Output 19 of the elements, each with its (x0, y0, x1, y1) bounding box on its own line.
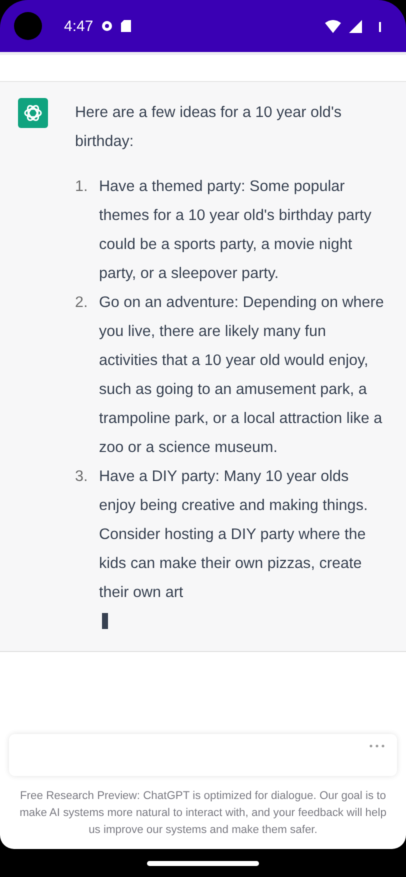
list-number: 1. (75, 177, 89, 197)
list-item-text: Go on an adventure: Depending on where you live, there are likely many fun activities that a 10 year old would enjoy, such as going to an amusement park, a trampoline park, or a local attraction like a zoo or a science museum. (99, 293, 385, 458)
message-input-field[interactable] (9, 734, 397, 776)
camera-cutout-icon (14, 12, 42, 40)
battery-icon (378, 20, 382, 32)
sd-card-icon (121, 20, 132, 32)
list-item-text: Have a DIY party: Many 10 year olds enjoy being creative and making things. Consider hosting a DIY party where the kids can make their own pizzas, create their own art (99, 467, 369, 603)
list-number: 2. (75, 293, 89, 313)
home-handle[interactable] (147, 860, 259, 866)
wifi-icon (325, 20, 341, 32)
loading-dots-icon (369, 744, 385, 748)
message-intro: Here are a few ideas for a 10 year old's birthday: (75, 103, 343, 152)
list-item-text: Have a themed party: Some popular themes for a 10 year old's birthday party could be a sports party, a movie night party, or a sleepover party. (99, 177, 372, 284)
disclaimer-text: Free Research Preview: ChatGPT is optimized for dialogue. Our goal is to make AI systems more natural to interact with, and your feedback will help us improve our systems and make them safer. (18, 789, 388, 838)
notification-icon (101, 20, 114, 32)
status-time: 4:47 (64, 18, 94, 34)
assistant-avatar-icon (18, 98, 48, 128)
signal-icon (349, 20, 362, 32)
list-number: 3. (75, 467, 89, 487)
